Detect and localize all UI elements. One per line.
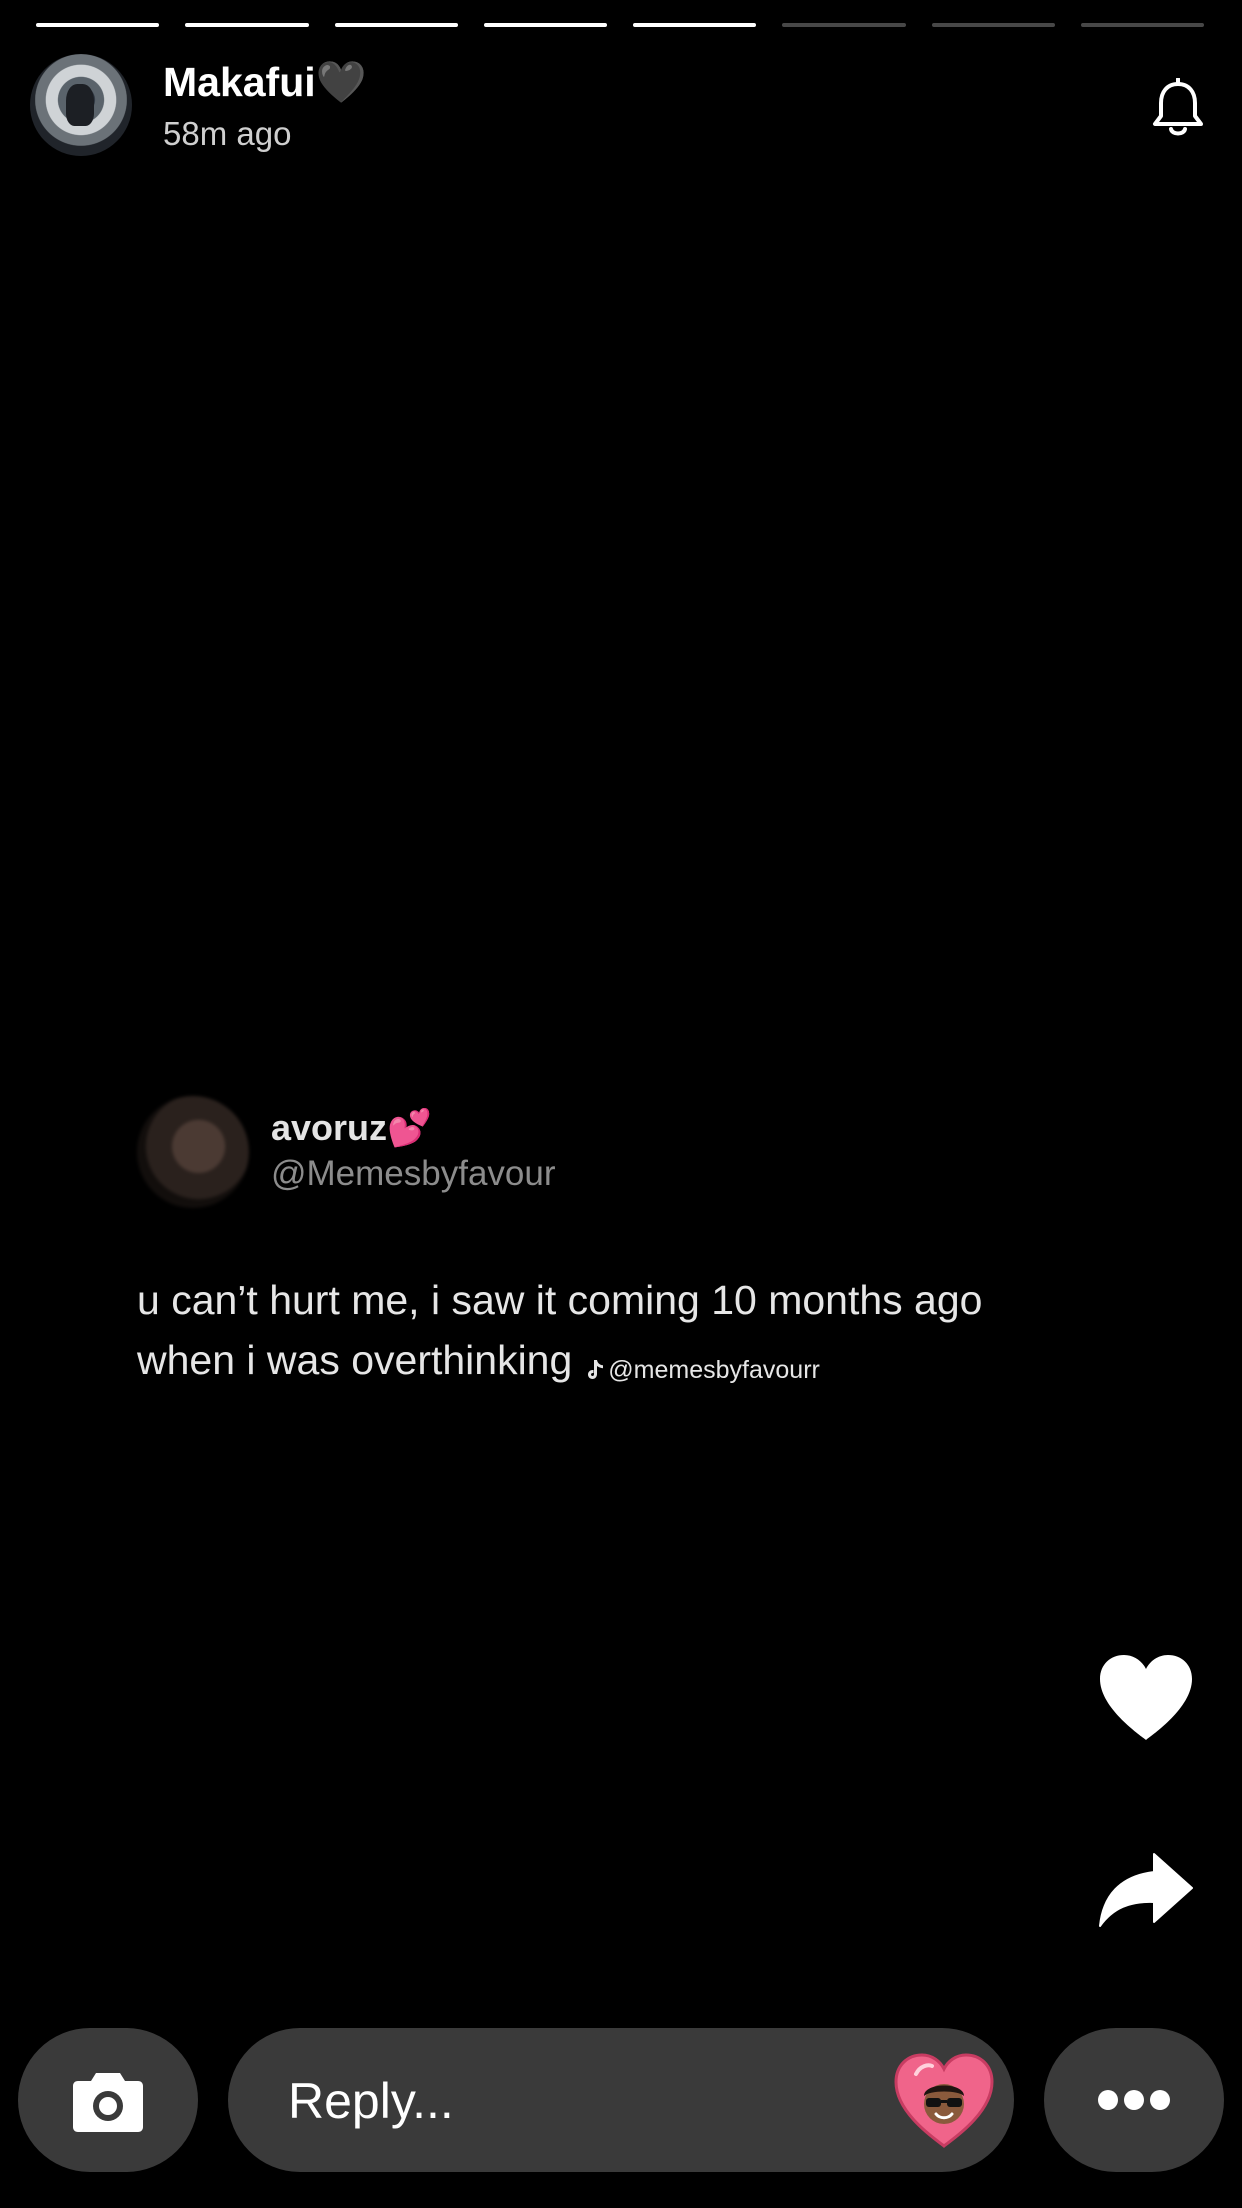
story-segment-fill <box>185 23 309 27</box>
more-dots-icon <box>1098 2090 1170 2110</box>
story-segment <box>185 23 309 27</box>
story-segment <box>483 23 607 27</box>
story-segment <box>334 23 458 27</box>
camera-icon <box>73 2073 143 2132</box>
bell-icon[interactable] <box>1150 78 1206 138</box>
story-progress <box>36 23 1204 27</box>
story-segment-fill <box>36 23 160 27</box>
timestamp: 58m ago <box>163 115 292 152</box>
reply-input[interactable]: Reply... <box>228 2028 1014 2172</box>
story-segment-fill <box>483 23 607 27</box>
story-segment-fill <box>633 23 757 27</box>
heart-icon[interactable] <box>1096 1652 1196 1744</box>
post-display-name: avoruz💕 <box>271 1107 432 1148</box>
post-text-line-1: u can’t hurt me, i saw it coming 10 mont… <box>137 1277 983 1323</box>
post-text-line-2: when i was overthinking @memesbyfavourr <box>137 1330 1097 1400</box>
post-text: u can’t hurt me, i saw it coming 10 mont… <box>137 1270 1097 1400</box>
story-segment <box>36 23 160 27</box>
avatar[interactable] <box>30 54 132 156</box>
username[interactable]: Makafui🖤 <box>163 58 367 106</box>
tiktok-icon <box>588 1360 604 1379</box>
story-segment <box>931 23 1055 27</box>
post-text-line-2-text: when i was overthinking <box>137 1337 573 1383</box>
watermark-handle: @memesbyfavourr <box>608 1356 820 1384</box>
more-button[interactable] <box>1044 2028 1224 2172</box>
story-segment <box>782 23 906 27</box>
story-segment <box>633 23 757 27</box>
story-segment <box>1080 23 1204 27</box>
camera-button[interactable] <box>18 2028 198 2172</box>
reply-placeholder: Reply... <box>288 2073 454 2129</box>
post-handle: @Memesbyfavour <box>271 1154 556 1193</box>
watermark: @memesbyfavourr <box>586 1356 820 1384</box>
share-arrow-icon[interactable] <box>1096 1850 1196 1930</box>
bitmoji-heart-icon[interactable] <box>892 2050 996 2150</box>
post-author-avatar <box>137 1096 249 1208</box>
story-segment-fill <box>334 23 458 27</box>
